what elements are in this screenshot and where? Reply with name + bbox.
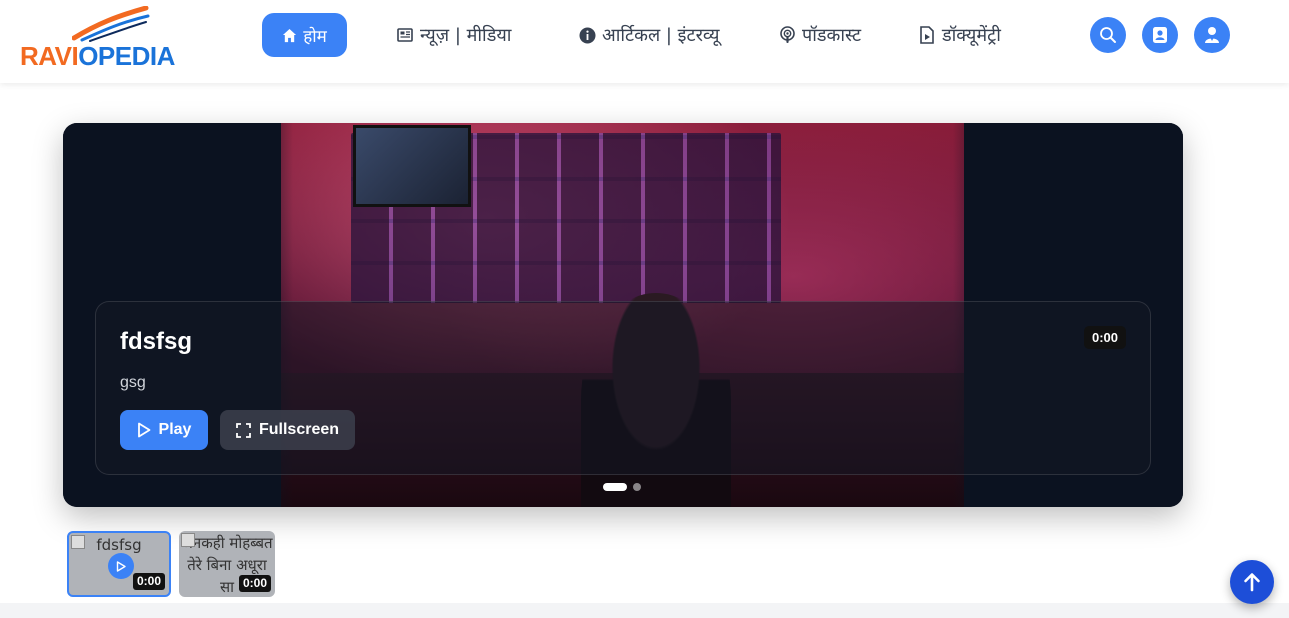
broken-image-icon: [71, 535, 85, 549]
info-icon: [578, 26, 596, 44]
newspaper-icon: [396, 26, 414, 44]
video-thumbnail-2[interactable]: अनकही मोहब्बत तेरे बिना अधूरा सा 0:00: [179, 531, 275, 597]
hero-duration-badge: 0:00: [1083, 326, 1126, 349]
site-logo[interactable]: RAVIOPEDIA: [20, 6, 190, 72]
logo-text-ravi: RAVI: [20, 41, 79, 71]
nav-home[interactable]: होम: [262, 13, 347, 57]
contact-button[interactable]: [1142, 17, 1178, 53]
home-icon: [283, 28, 297, 42]
play-icon: [116, 560, 126, 572]
contact-card-icon: [1153, 27, 1167, 43]
broken-image-icon: [181, 533, 195, 547]
nav-news[interactable]: न्यूज़ | मीडिया: [396, 20, 511, 50]
thumbnail-play-button[interactable]: [108, 553, 134, 579]
fullscreen-button-label: Fullscreen: [258, 421, 340, 438]
thumbnail-duration: 0:00: [132, 573, 165, 590]
user-button[interactable]: [1194, 17, 1230, 53]
play-icon: [137, 422, 150, 438]
slide-dot-2[interactable]: [633, 483, 641, 491]
play-button[interactable]: Play: [120, 410, 208, 450]
slide-indicators: [603, 483, 641, 491]
podcast-icon: [778, 26, 796, 44]
footer-strip: [0, 603, 1289, 618]
document-video-icon: [918, 26, 936, 44]
logo-swoosh-icon: [72, 6, 150, 42]
hero-title: fdsfsg: [120, 328, 192, 355]
nav-podcast-label: पॉडकास्ट: [802, 25, 862, 46]
nav-article-label: आर्टिकल | इंटरव्यू: [602, 25, 720, 46]
nav-documentary[interactable]: डॉक्यूमेंट्री: [918, 20, 1001, 50]
nav-article[interactable]: आर्टिकल | इंटरव्यू: [578, 20, 720, 50]
search-button[interactable]: [1090, 17, 1126, 53]
site-header: RAVIOPEDIA होम न्यूज़ | मीडिया आर्टिकल |…: [0, 0, 1289, 83]
search-icon: [1100, 27, 1116, 43]
scroll-to-top-button[interactable]: [1230, 560, 1274, 604]
nav-news-label: न्यूज़ | मीडिया: [420, 25, 512, 46]
fullscreen-button[interactable]: Fullscreen: [220, 410, 355, 450]
logo-text: RAVIOPEDIA: [20, 41, 175, 72]
featured-video-hero[interactable]: fdsfsg gsg 0:00 Play Fullscreen: [63, 123, 1183, 507]
hero-subtitle: gsg: [120, 374, 146, 391]
arrow-up-icon: [1244, 573, 1260, 592]
play-button-label: Play: [158, 421, 192, 438]
thumbnail-duration: 0:00: [238, 575, 271, 592]
nav-home-label: होम: [303, 26, 327, 47]
user-icon: [1205, 27, 1219, 43]
hero-info-panel: fdsfsg gsg 0:00 Play Fullscreen: [95, 301, 1151, 475]
logo-text-opedia: OPEDIA: [78, 41, 175, 71]
fullscreen-icon: [236, 422, 251, 438]
control-room-tv: [353, 125, 471, 207]
slide-dot-1[interactable]: [603, 483, 627, 491]
video-thumbnail-1[interactable]: fdsfsg 0:00: [67, 531, 171, 597]
nav-documentary-label: डॉक्यूमेंट्री: [942, 25, 1001, 46]
nav-podcast[interactable]: पॉडकास्ट: [778, 20, 861, 50]
